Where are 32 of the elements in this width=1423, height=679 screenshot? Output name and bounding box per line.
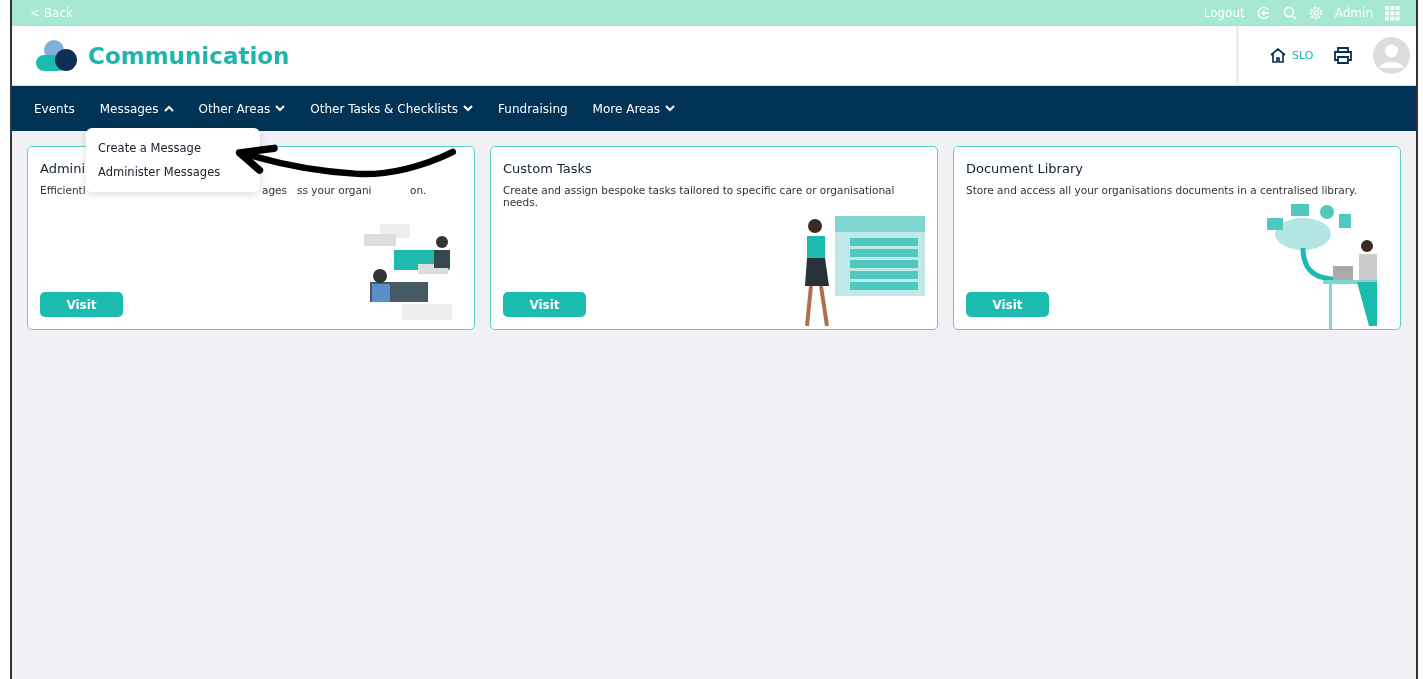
card-title: Custom Tasks — [503, 161, 592, 176]
cloud-logo-icon — [34, 38, 78, 73]
nav-link[interactable]: Fundraising — [498, 101, 568, 116]
print-icon[interactable] — [1333, 46, 1354, 65]
user-name: Admin — [1334, 6, 1373, 20]
card-title: Document Library — [966, 161, 1083, 176]
nav-menu[interactable]: Other Tasks & Checklists — [310, 101, 474, 116]
menu-item[interactable]: Create a Message — [86, 136, 213, 160]
avatar-icon[interactable] — [1373, 37, 1411, 74]
logout-icon[interactable] — [1256, 6, 1271, 20]
caret-down-icon — [275, 105, 286, 112]
card-description: Store and access all your organisations documents in a centralised library. — [966, 184, 1358, 196]
apps-grid-icon[interactable] — [1385, 5, 1400, 21]
nav-menu[interactable]: More Areas — [592, 101, 676, 116]
card-description: ss your organi — [297, 184, 372, 196]
settings-icon[interactable] — [1308, 6, 1323, 20]
nav-menu[interactable]: Messages — [99, 101, 174, 116]
page-title: Communication — [88, 42, 290, 69]
caret-down-icon — [463, 105, 474, 112]
menu-item[interactable]: Administer Messages — [86, 160, 233, 184]
card-description: Create and assign bespoke tasks tailored to specific care or organisational needs. — [503, 184, 896, 208]
caret-up-icon — [163, 105, 174, 112]
card-description: Efficientl — [40, 184, 86, 196]
search-icon[interactable] — [1282, 6, 1297, 20]
nav-link[interactable]: Events — [34, 101, 75, 116]
caret-down-icon — [665, 105, 676, 112]
card-title: Admini — [40, 161, 86, 176]
home-icon[interactable] — [1269, 47, 1287, 64]
site-code: SLO — [1292, 49, 1314, 62]
card-description: on. — [410, 184, 427, 196]
card-description: ages — [262, 184, 288, 196]
nav-menu[interactable]: Other Areas — [198, 101, 286, 116]
